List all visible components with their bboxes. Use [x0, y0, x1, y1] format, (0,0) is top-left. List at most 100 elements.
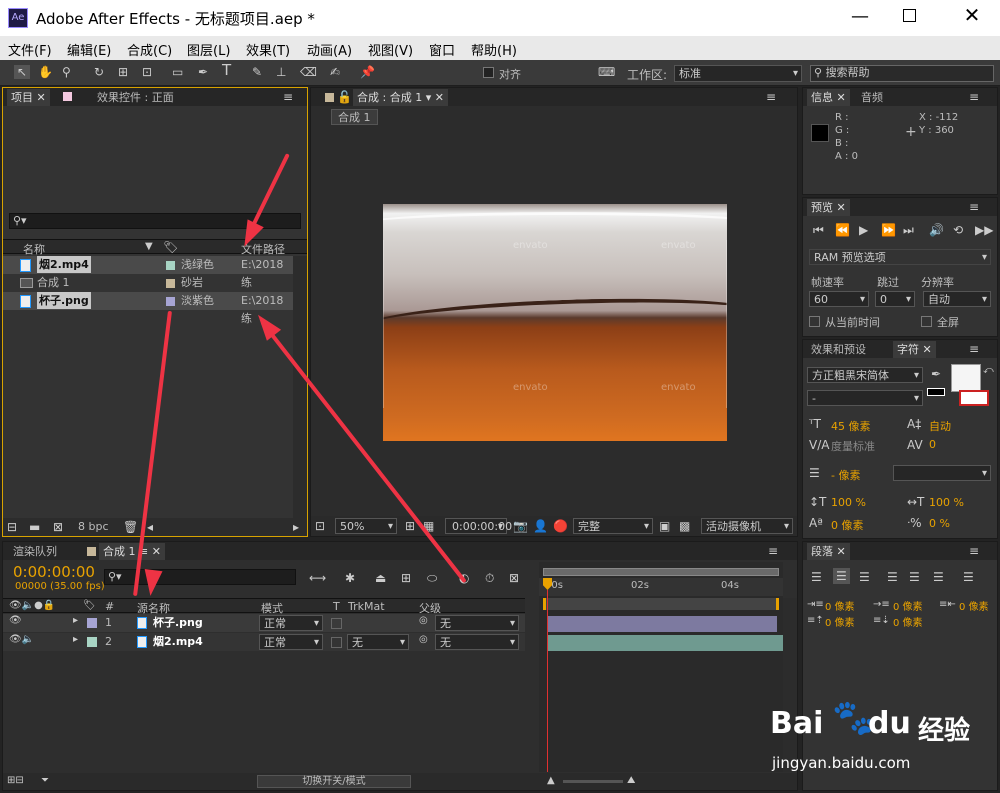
- menu-view[interactable]: 视图(V): [368, 40, 413, 59]
- trkmat-select[interactable]: 无: [347, 634, 409, 650]
- close-icon[interactable]: ✕: [837, 201, 846, 214]
- layer-label-swatch[interactable]: [87, 637, 97, 647]
- play-icon[interactable]: ▶: [859, 223, 868, 237]
- fill-color-swatch[interactable]: [951, 364, 981, 392]
- next-frame-icon[interactable]: ⏩: [881, 223, 896, 237]
- camera-tool-icon[interactable]: ⊞: [118, 65, 128, 79]
- expand-arrow-icon[interactable]: ▸: [73, 633, 78, 647]
- parent-select[interactable]: 无: [435, 615, 519, 631]
- new-folder-icon[interactable]: ▬: [29, 520, 40, 534]
- pan-behind-tool-icon[interactable]: ⊡: [142, 65, 152, 79]
- text-tool-icon[interactable]: T: [222, 63, 231, 78]
- lock-icon[interactable]: 🔓: [337, 90, 352, 104]
- modes-icon[interactable]: ⏷: [41, 774, 49, 788]
- leading-value[interactable]: 自动: [929, 418, 951, 434]
- parent-select[interactable]: 无: [435, 634, 519, 650]
- eye-icon[interactable]: 👁🔈: [9, 633, 34, 647]
- fps-select[interactable]: 60: [809, 291, 869, 307]
- gamepad-icon[interactable]: ⌨: [598, 65, 615, 79]
- eraser-tool-icon[interactable]: ⌫: [300, 65, 317, 79]
- resolution-select[interactable]: 完整: [573, 518, 653, 534]
- label-column-icon[interactable]: 🏷: [163, 240, 178, 254]
- tab-paragraph[interactable]: 段落 ✕: [807, 543, 850, 560]
- bit-depth-label[interactable]: 8 bpc: [78, 520, 109, 533]
- comp-mini-flowchart-icon[interactable]: ⟷: [309, 571, 326, 585]
- region-of-interest-icon[interactable]: ▣: [659, 519, 670, 533]
- list-item[interactable]: 烟2.mp4 浅绿色 E:\2018练: [3, 256, 293, 289]
- close-icon[interactable]: ✕: [37, 91, 46, 104]
- menu-animation[interactable]: 动画(A): [307, 40, 352, 59]
- baseline-shift-value[interactable]: 0 像素: [831, 517, 864, 533]
- label-swatch[interactable]: [166, 279, 175, 288]
- tab-audio[interactable]: 音频: [857, 89, 887, 106]
- expand-arrow-icon[interactable]: ▸: [73, 614, 78, 628]
- close-icon[interactable]: ✕: [152, 545, 161, 558]
- panel-menu-icon[interactable]: ≡: [969, 200, 979, 214]
- tsume-value[interactable]: 0 %: [929, 517, 950, 530]
- current-time-field[interactable]: 0:00:00:00: [445, 518, 512, 534]
- ram-preview-options[interactable]: RAM 预览选项: [809, 249, 991, 265]
- align-right-icon[interactable]: ☰: [859, 570, 870, 584]
- scroll-left-icon[interactable]: ◂: [147, 520, 153, 534]
- parent-pickwhip-icon[interactable]: ◎: [419, 614, 428, 628]
- menu-effect[interactable]: 效果(T): [246, 40, 290, 59]
- panel-menu-icon[interactable]: ≡: [283, 90, 293, 104]
- timecode[interactable]: 0:00:00:00: [13, 563, 95, 581]
- mode-select[interactable]: 正常: [259, 634, 323, 650]
- roto-brush-tool-icon[interactable]: ✍: [330, 65, 340, 79]
- layer-switches-icon[interactable]: ⊞⊟: [7, 774, 24, 788]
- show-snapshot-icon[interactable]: 👤: [533, 519, 548, 533]
- indent-right-value[interactable]: 0 像素: [959, 598, 989, 613]
- fit-icon[interactable]: ⊞: [405, 519, 415, 533]
- layer-bar[interactable]: [547, 616, 777, 632]
- skip-select[interactable]: 0: [875, 291, 915, 307]
- close-icon[interactable]: ✕: [960, 3, 984, 27]
- panel-menu-icon[interactable]: ≡: [969, 90, 979, 104]
- vertical-scrollbar[interactable]: [293, 256, 307, 518]
- indent-left-value[interactable]: 0 像素: [825, 598, 855, 613]
- selection-tool-icon[interactable]: ↖: [14, 65, 30, 79]
- snapshot-icon[interactable]: 📷: [513, 519, 528, 533]
- stroke-color-swatch[interactable]: [959, 390, 989, 406]
- justify-left-icon[interactable]: ☰: [887, 570, 898, 584]
- stroke-width-value[interactable]: - 像素: [831, 467, 860, 483]
- loop-icon[interactable]: ⟲: [953, 223, 963, 237]
- tab-composition[interactable]: 合成 : 合成 1 ▾ ✕: [353, 89, 448, 106]
- swap-colors-icon[interactable]: ⤺: [983, 364, 994, 378]
- motion-blur-icon[interactable]: ⬭: [427, 571, 437, 585]
- menu-edit[interactable]: 编辑(E): [67, 40, 111, 59]
- zoom-select[interactable]: 50%: [335, 518, 397, 534]
- tab-project[interactable]: 项目 ✕: [7, 89, 50, 106]
- menu-layer[interactable]: 图层(L): [187, 40, 230, 59]
- layer-bar[interactable]: [547, 635, 783, 651]
- audio-icon[interactable]: 🔊: [929, 223, 944, 237]
- first-frame-icon[interactable]: ⏮: [813, 223, 824, 237]
- list-item[interactable]: 合成 1 砂岩: [3, 274, 293, 292]
- close-icon[interactable]: ✕: [837, 91, 846, 104]
- current-time-indicator[interactable]: [547, 590, 548, 772]
- puppet-pin-tool-icon[interactable]: 📌: [360, 65, 375, 79]
- black-swatch[interactable]: [927, 388, 945, 396]
- shy-layers-icon[interactable]: ⏏: [375, 571, 386, 585]
- rotate-tool-icon[interactable]: ↻: [94, 65, 104, 79]
- brush-tool-icon[interactable]: ✎: [252, 65, 262, 79]
- layer-label-swatch[interactable]: [87, 618, 97, 628]
- snap-checkbox[interactable]: [483, 67, 494, 78]
- menu-window[interactable]: 窗口: [429, 40, 455, 59]
- tab-character[interactable]: 字符 ✕: [893, 341, 936, 358]
- font-family-select[interactable]: 方正粗黑宋简体: [807, 367, 923, 383]
- zoom-in-icon[interactable]: ⛰: [627, 774, 635, 788]
- layer-row[interactable]: 👁🔈 ▸ 2 烟2.mp4 正常 无 ◎ 无: [3, 633, 525, 651]
- mode-select[interactable]: 正常: [259, 615, 323, 631]
- timer-icon[interactable]: ⏱: [485, 571, 494, 585]
- tab-effects-presets[interactable]: 效果和预设: [807, 341, 870, 358]
- workspace-select[interactable]: 标准: [674, 65, 802, 82]
- from-current-checkbox[interactable]: [809, 316, 820, 327]
- auto-keyframe-icon[interactable]: ⊠: [509, 571, 519, 585]
- zoom-slider[interactable]: [563, 780, 623, 783]
- minimize-icon[interactable]: —: [845, 6, 875, 27]
- column-name[interactable]: 名称: [23, 241, 45, 257]
- rectangle-tool-icon[interactable]: ▭: [172, 65, 183, 79]
- align-left-icon[interactable]: ☰: [811, 570, 822, 584]
- tab-comp-timeline[interactable]: 合成 1 ≡ ✕: [99, 543, 165, 560]
